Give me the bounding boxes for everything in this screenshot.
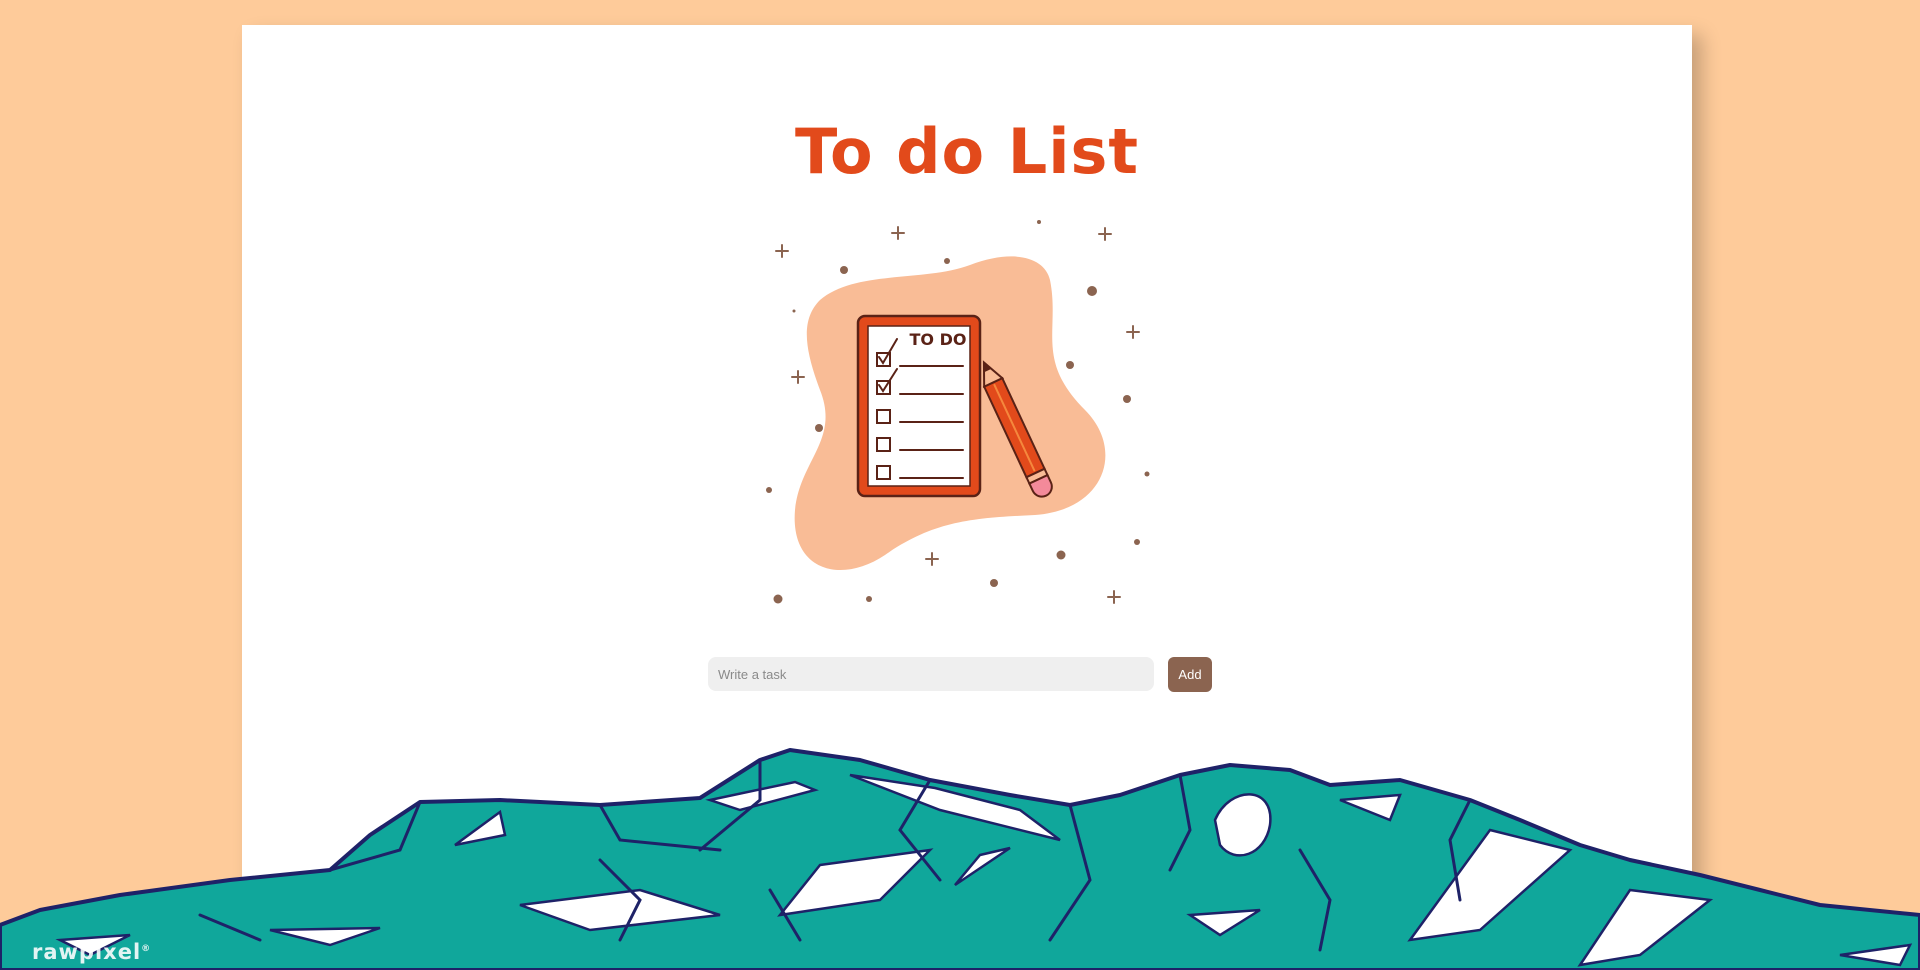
page: To do List TO DO Write a task Add rawpix…: [0, 0, 1920, 970]
page-title: To do List: [794, 115, 1140, 188]
trademark-mark: ®: [141, 944, 152, 954]
watermark-label: rawpixel®: [32, 940, 151, 964]
task-input[interactable]: [708, 657, 1154, 691]
mountain-range-illustration: [0, 748, 1920, 970]
watermark-text: rawpixel: [32, 940, 142, 964]
clipboard-heading: TO DO: [910, 330, 967, 349]
clipboard-icon: TO DO: [856, 314, 982, 498]
todo-clipboard-illustration: TO DO: [766, 220, 1150, 604]
task-form: Add: [708, 657, 1214, 693]
add-task-button[interactable]: Add: [1168, 657, 1212, 692]
